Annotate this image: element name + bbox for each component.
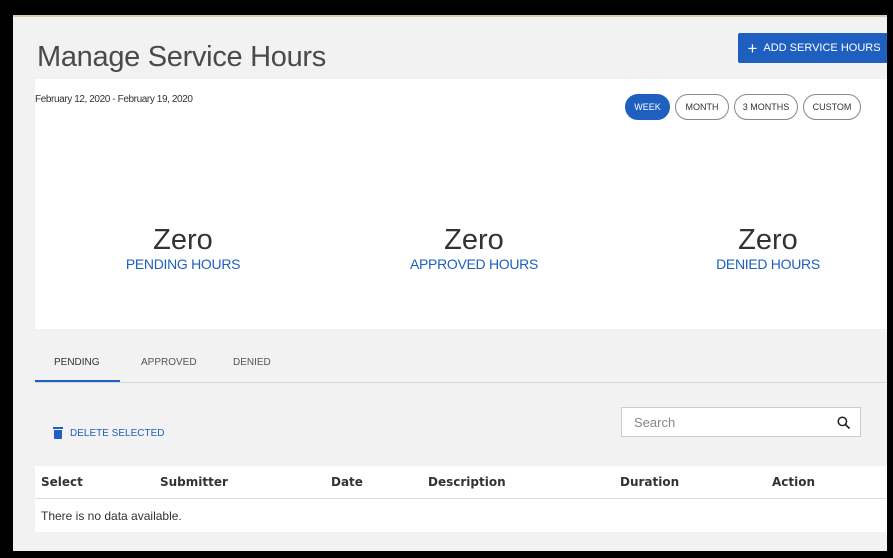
denied-hours-label: DENIED HOURS (716, 256, 820, 272)
delete-selected-label: DELETE SELECTED (70, 427, 165, 439)
approved-hours-stat: Zero APPROVED HOURS (374, 224, 574, 272)
add-service-hours-label: ADD SERVICE HOURS (763, 42, 881, 54)
summary-card: February 12, 2020 - February 19, 2020 WE… (35, 79, 887, 329)
header-action[interactable]: Action (772, 475, 815, 489)
search-icon[interactable] (837, 416, 850, 429)
approved-hours-value: Zero (444, 224, 504, 256)
tab-denied[interactable]: DENIED (233, 357, 271, 368)
app-frame: Manage Service Hours + ADD SERVICE HOURS… (13, 15, 887, 551)
trash-icon (53, 427, 63, 439)
pending-hours-label: PENDING HOURS (125, 256, 241, 272)
denied-hours-stat: Zero DENIED HOURS (668, 224, 868, 272)
service-hours-table: Select Submitter Date Description Durati… (35, 466, 887, 532)
status-tabs: PENDING APPROVED DENIED (35, 345, 887, 383)
plus-icon: + (747, 38, 758, 58)
active-tab-indicator (35, 380, 120, 382)
top-divider (13, 15, 887, 17)
header-duration[interactable]: Duration (620, 475, 679, 489)
approved-hours-label: APPROVED HOURS (409, 256, 539, 272)
period-month-button[interactable]: MONTH (675, 94, 729, 120)
tab-approved[interactable]: APPROVED (141, 357, 197, 368)
header-description[interactable]: Description (428, 475, 506, 489)
period-3-months-button[interactable]: 3 MONTHS (734, 94, 798, 120)
period-week-button[interactable]: WEEK (625, 94, 670, 120)
table-header: Select Submitter Date Description Durati… (35, 466, 887, 499)
delete-selected-button[interactable]: DELETE SELECTED (53, 427, 164, 439)
add-service-hours-button[interactable]: + ADD SERVICE HOURS (738, 33, 887, 63)
search-field[interactable] (621, 407, 861, 437)
table-row: There is no data available. (35, 499, 887, 532)
search-input[interactable] (632, 414, 836, 431)
pending-hours-stat: Zero PENDING HOURS (83, 224, 283, 272)
empty-table-message: There is no data available. (41, 509, 182, 523)
tab-pending[interactable]: PENDING (54, 357, 100, 368)
date-range: February 12, 2020 - February 19, 2020 (35, 94, 193, 105)
pending-hours-value: Zero (153, 224, 213, 256)
denied-hours-value: Zero (738, 224, 798, 256)
header-date[interactable]: Date (331, 475, 363, 489)
header-submitter[interactable]: Submitter (160, 475, 228, 489)
header-select[interactable]: Select (41, 475, 83, 489)
page-title: Manage Service Hours (37, 41, 326, 73)
period-custom-button[interactable]: CUSTOM (803, 94, 861, 120)
